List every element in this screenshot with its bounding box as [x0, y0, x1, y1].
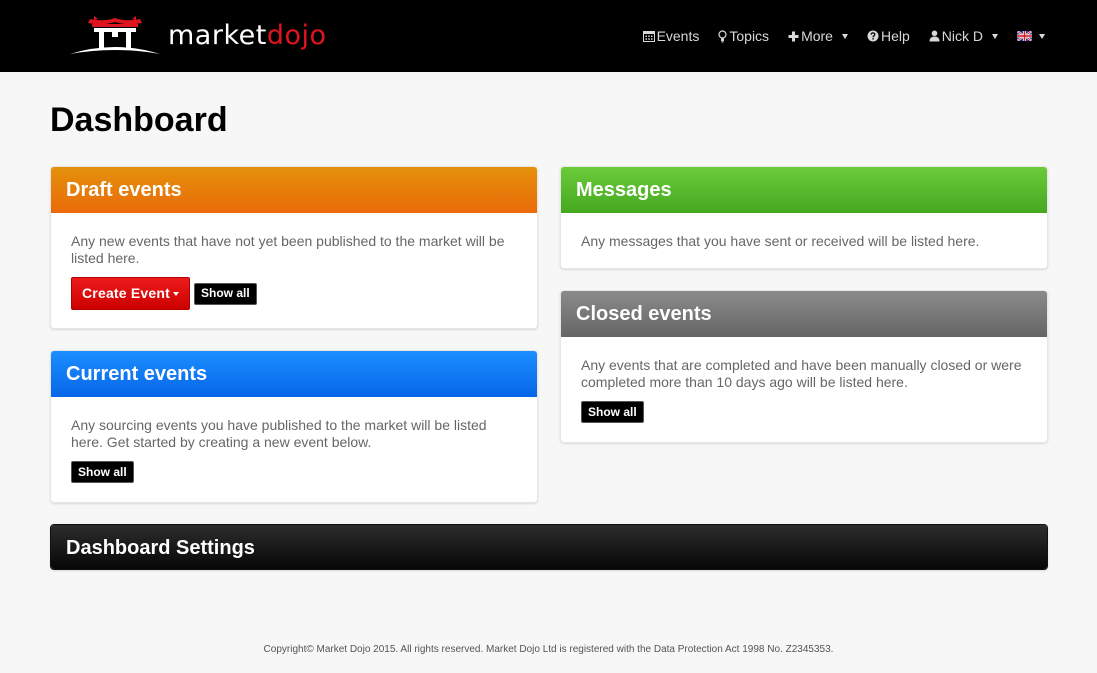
messages-description: Any messages that you have sent or recei…	[581, 233, 980, 249]
current-events-description: Any sourcing events you have published t…	[71, 417, 487, 450]
closed-events-panel: Closed events Any events that are comple…	[560, 290, 1048, 443]
nav-user-menu[interactable]: Nick D	[929, 28, 998, 44]
chevron-down-icon	[173, 291, 179, 296]
draft-events-panel: Draft events Any new events that have no…	[50, 166, 538, 329]
dashboard-settings-panel[interactable]: Dashboard Settings	[50, 524, 1048, 570]
calendar-icon	[642, 31, 655, 42]
nav-topics-label: Topics	[729, 28, 770, 44]
draft-show-all-button[interactable]: Show all	[194, 282, 257, 305]
uk-flag-icon	[1017, 31, 1032, 41]
dojo-gate-icon	[70, 16, 160, 54]
nav-help-label: Help	[880, 28, 910, 44]
nav-events-label: Events	[656, 28, 700, 44]
brand-market-text: market	[168, 19, 267, 51]
page-title: Dashboard	[50, 101, 228, 139]
chevron-down-icon	[1039, 33, 1045, 39]
lightbulb-icon	[718, 29, 727, 42]
dashboard-settings-header: Dashboard Settings	[51, 525, 1047, 569]
current-events-header: Current events	[51, 351, 537, 397]
nav-language-menu[interactable]	[1017, 31, 1045, 41]
current-events-panel: Current events Any sourcing events you h…	[50, 350, 538, 503]
closed-events-header: Closed events	[561, 291, 1047, 337]
current-show-all-button[interactable]: Show all	[71, 461, 134, 483]
footer-copyright: Copyright© Market Dojo 2015. All rights …	[263, 644, 834, 655]
plus-icon	[788, 31, 799, 41]
messages-panel: Messages Any messages that you have sent…	[560, 166, 1048, 269]
closed-show-all-button[interactable]: Show all	[581, 401, 644, 423]
draft-events-description: Any new events that have not yet been pu…	[71, 233, 505, 266]
user-icon	[929, 30, 940, 42]
draft-events-header: Draft events	[51, 167, 537, 213]
main-nav: Events Topics More Help Nick D	[642, 0, 1045, 72]
chevron-down-icon	[992, 33, 998, 39]
create-event-label: Create Event	[82, 285, 170, 301]
nav-events[interactable]: Events	[642, 28, 700, 44]
navbar: marketdojo Events Topics More Help Nick …	[0, 0, 1097, 72]
chevron-down-icon	[841, 33, 848, 39]
nav-topics[interactable]: Topics	[718, 28, 769, 44]
messages-header: Messages	[561, 167, 1047, 213]
nav-more-label: More	[801, 28, 833, 44]
brand-logo[interactable]: marketdojo	[68, 12, 327, 58]
create-event-button[interactable]: Create Event	[71, 277, 190, 310]
nav-help[interactable]: Help	[867, 28, 910, 44]
nav-more[interactable]: More	[788, 28, 848, 44]
question-circle-icon	[867, 30, 879, 42]
brand-wordmark: marketdojo	[168, 22, 327, 49]
brand-dojo-text: dojo	[266, 19, 327, 51]
nav-user-label: Nick D	[941, 28, 983, 44]
closed-events-description: Any events that are completed and have b…	[581, 357, 1022, 390]
